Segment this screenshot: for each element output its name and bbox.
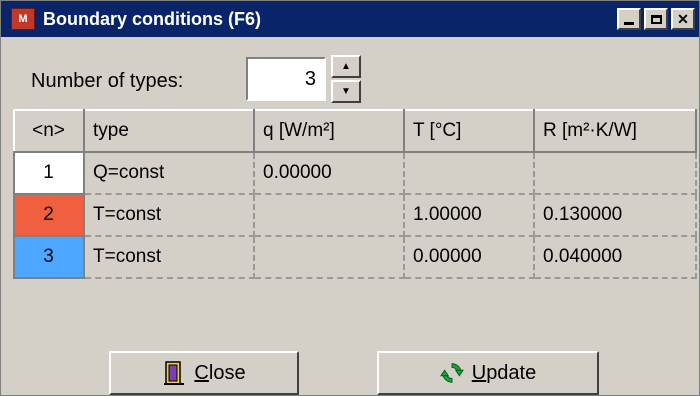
update-button-mnemonic: U [471,361,487,384]
app-icon: M [11,8,35,30]
close-button-mnemonic: C [194,361,209,384]
cell-r[interactable] [534,152,697,195]
minimize-button[interactable] [617,8,641,30]
header-t[interactable]: T [°C] [403,109,535,153]
table-header-row: <n> type q [W/m²] T [°C] R [m²·K/W] [13,109,697,153]
cell-t[interactable]: 0.00000 [404,236,535,279]
table-row: 2 T=const 1.00000 0.130000 [13,193,697,237]
cell-type[interactable]: T=const [84,236,255,279]
cell-q[interactable] [254,194,405,237]
cell-r[interactable]: 0.040000 [534,236,697,279]
arrow-down-icon: ▼ [341,86,351,97]
number-of-types-spinner: ▲ ▼ [331,55,361,103]
header-q[interactable]: q [W/m²] [253,109,405,153]
window-title: Boundary conditions (F6) [43,8,261,29]
row-number-swatch[interactable]: 1 [13,151,85,195]
maximize-icon [650,14,662,24]
table-row: 1 Q=const 0.00000 [13,151,697,195]
spin-up-button[interactable]: ▲ [331,55,361,78]
close-window-button[interactable]: ✕ [671,8,695,30]
maximize-button[interactable] [644,8,668,30]
cell-q[interactable] [254,236,405,279]
update-button[interactable]: Update [377,351,599,395]
close-icon: ✕ [677,10,689,27]
cell-type[interactable]: Q=const [84,152,255,195]
header-r[interactable]: R [m²·K/W] [533,109,697,153]
close-button[interactable]: Close [109,351,299,395]
row-number-swatch[interactable]: 2 [13,193,85,237]
refresh-icon [439,360,464,386]
number-of-types-input[interactable]: 3 [246,57,326,101]
cell-type[interactable]: T=const [84,194,255,237]
cell-t[interactable] [404,152,535,195]
minimize-icon [624,21,634,25]
row-number-swatch[interactable]: 3 [13,235,85,279]
number-of-types-label: Number of types: [31,69,184,92]
update-button-label: pdate [486,361,537,384]
number-of-types-row: Number of types: 3 ▲ ▼ [31,53,361,103]
spin-down-button[interactable]: ▼ [331,80,361,103]
arrow-up-icon: ▲ [341,61,351,72]
header-n[interactable]: <n> [13,109,85,153]
door-exit-icon [162,360,186,386]
header-type[interactable]: type [83,109,255,153]
boundary-conditions-window: M Boundary conditions (F6) ✕ Number of t… [0,0,700,396]
boundary-conditions-grid: <n> type q [W/m²] T [°C] R [m²·K/W] 1 Q=… [13,109,697,289]
table-row: 3 T=const 0.00000 0.040000 [13,235,697,279]
boundary-table: <n> type q [W/m²] T [°C] R [m²·K/W] 1 Q=… [13,109,697,279]
cell-r[interactable]: 0.130000 [534,194,697,237]
close-button-label: lose [208,361,246,384]
title-bar[interactable]: M Boundary conditions (F6) ✕ [1,1,699,37]
cell-t[interactable]: 1.00000 [404,194,535,237]
cell-q[interactable]: 0.00000 [254,152,405,195]
